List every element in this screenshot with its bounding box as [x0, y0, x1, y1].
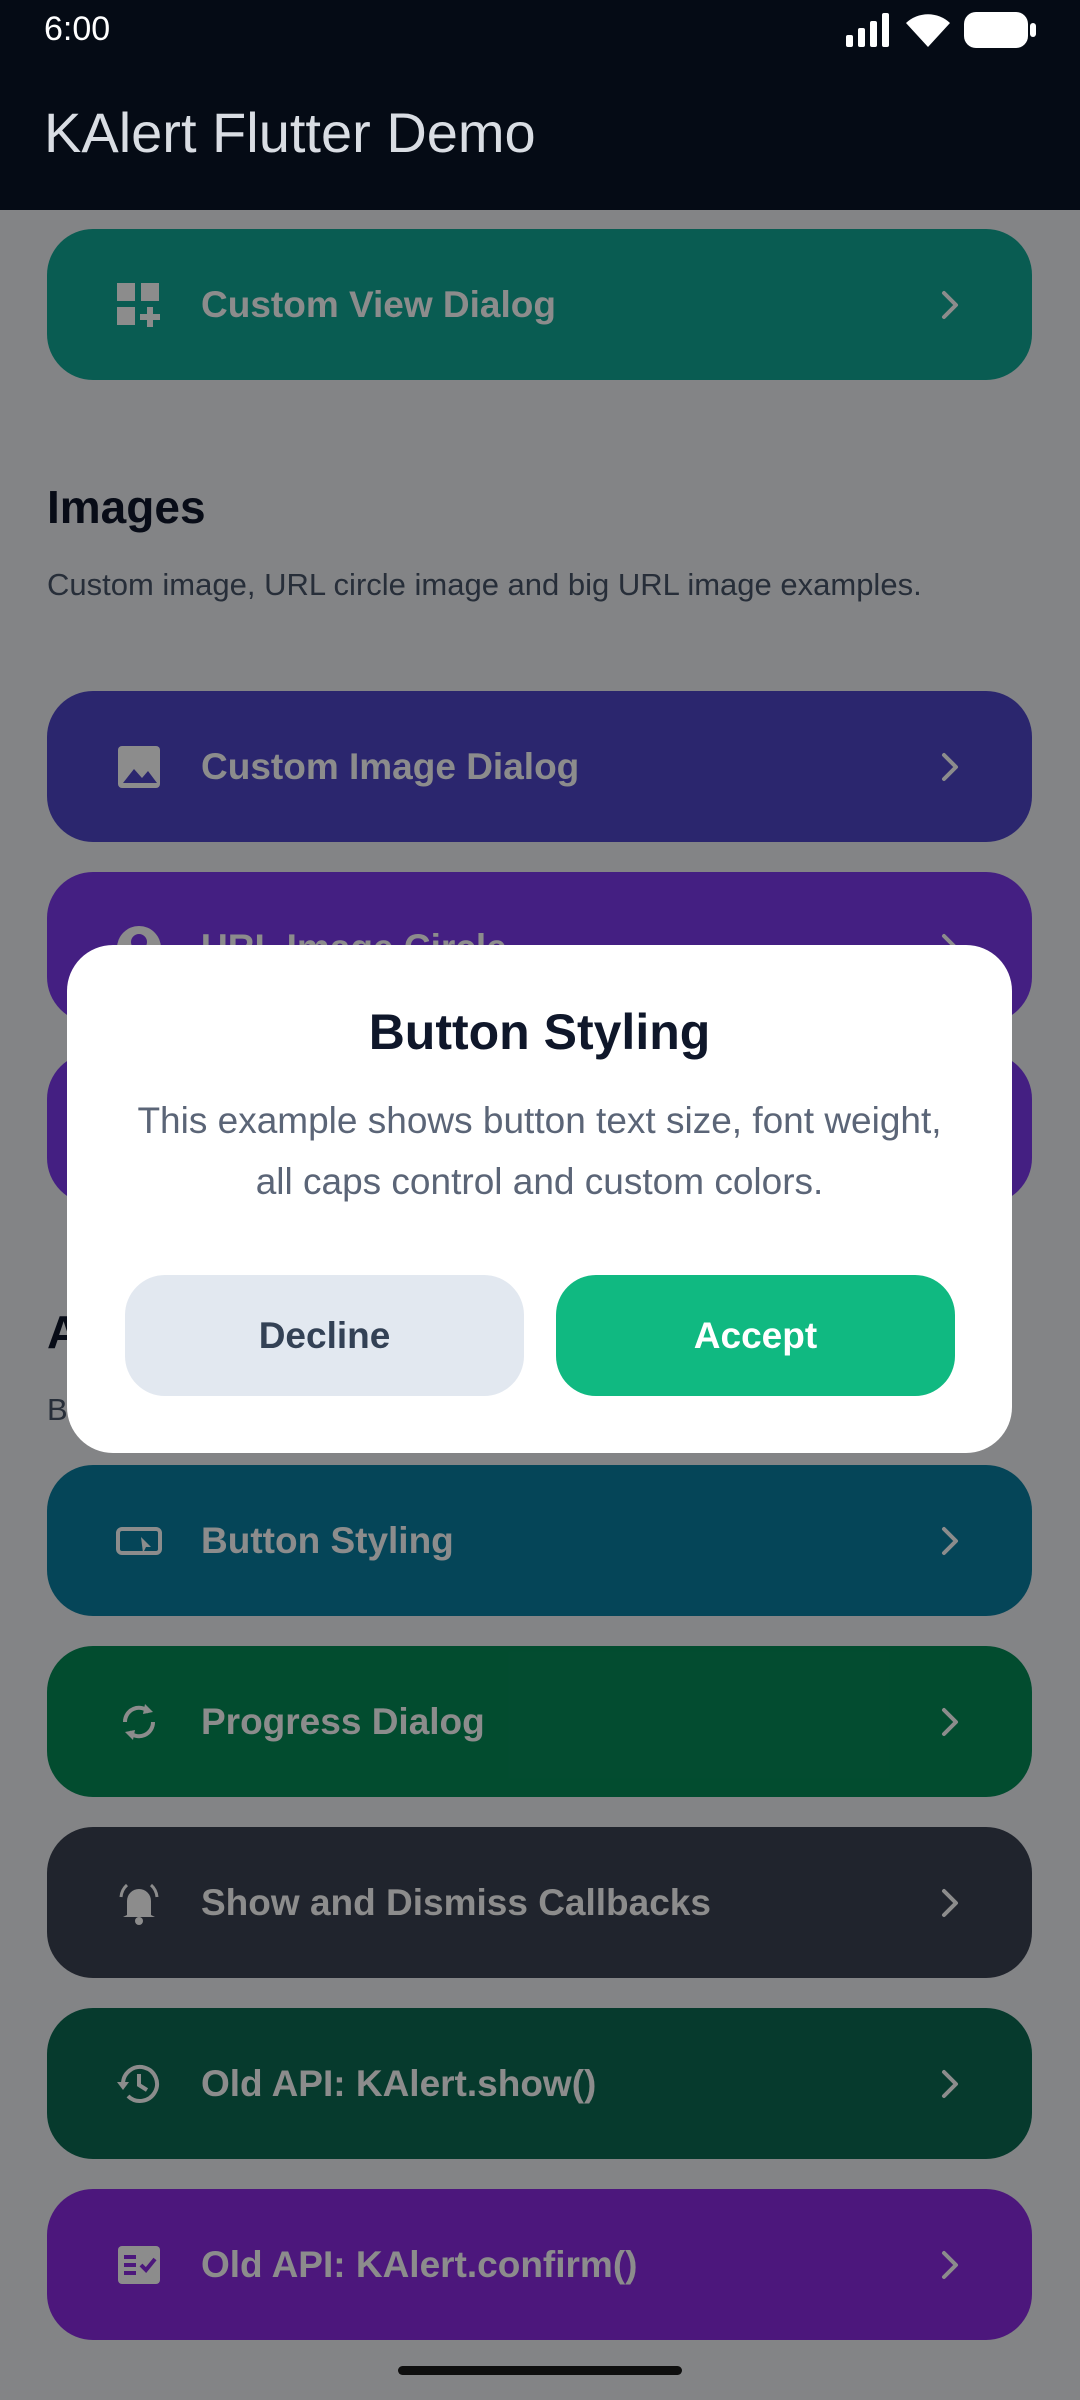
battery-icon — [964, 12, 1036, 48]
decline-button[interactable]: Decline — [125, 1275, 524, 1396]
dialog-message: This example shows button text size, fon… — [137, 1100, 942, 1202]
wifi-icon — [906, 14, 950, 47]
accept-button[interactable]: Accept — [556, 1275, 955, 1396]
status-icons — [846, 10, 1036, 50]
signal-icon — [846, 13, 889, 47]
app-bar: KAlert Flutter Demo — [0, 60, 1080, 210]
home-indicator[interactable] — [398, 2366, 682, 2375]
status-bar: 6:00 — [0, 0, 1080, 60]
dialog-title: Button Styling — [368, 1004, 711, 1060]
app-title: KAlert Flutter Demo — [44, 101, 536, 164]
status-time: 6:00 — [44, 10, 111, 48]
alert-dialog: Button Styling This example shows button… — [67, 945, 1012, 1453]
